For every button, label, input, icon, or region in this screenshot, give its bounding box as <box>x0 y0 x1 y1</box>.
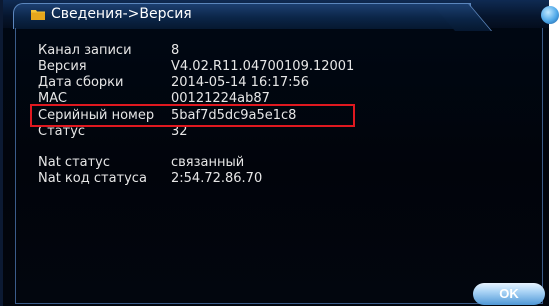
version-label: Версия <box>38 59 87 74</box>
serial-number-highlight <box>30 104 355 127</box>
nat-code-value: 2:54.72.86.70 <box>171 171 263 186</box>
build-date-label: Дата сборки <box>38 75 124 90</box>
window-title: Сведения->Версия <box>51 6 192 22</box>
record-channel-value: 8 <box>171 43 180 58</box>
version-info-window: Сведения->Версия Канал записи 8 Версия V… <box>0 0 549 306</box>
nat-code-label: Nat код статуса <box>38 171 147 186</box>
nat-status-label: Nat статус <box>38 155 111 170</box>
nat-status-value: связанный <box>171 155 245 170</box>
record-channel-label: Канал записи <box>38 43 132 58</box>
info-folder-icon <box>31 10 45 20</box>
build-date-value: 2014-05-14 16:17:56 <box>171 75 310 90</box>
title-bar: Сведения->Версия <box>3 0 549 29</box>
close-icon[interactable] <box>541 6 559 24</box>
ok-button[interactable]: OK <box>473 283 545 305</box>
version-value: V4.02.R11.04700109.12001 <box>171 59 355 74</box>
